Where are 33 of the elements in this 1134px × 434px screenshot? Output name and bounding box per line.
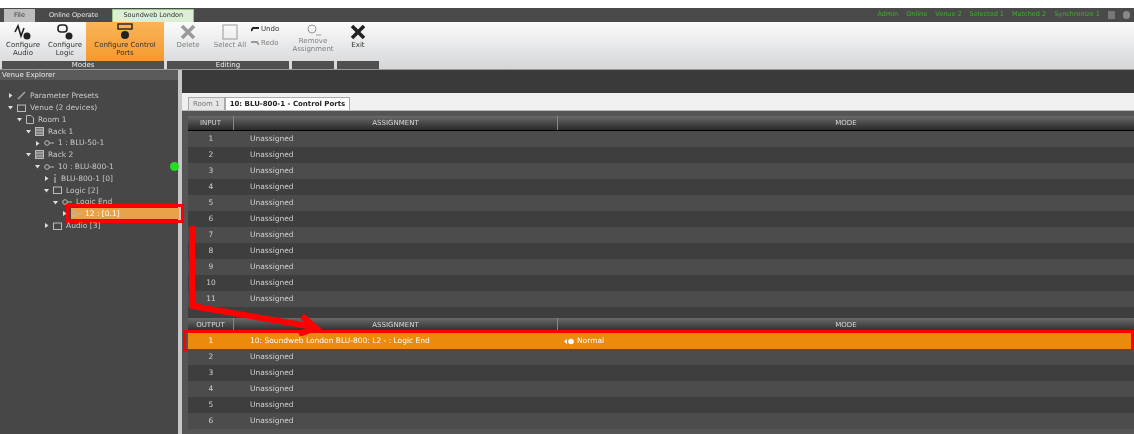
ribbon-group-bar <box>292 61 334 69</box>
redo-icon <box>251 39 259 46</box>
waveform-gear-icon <box>14 23 32 41</box>
close-icon <box>349 23 367 41</box>
collapsed-caret-icon[interactable] <box>62 211 67 217</box>
ports-gear-icon <box>116 23 134 41</box>
folder-icon <box>53 221 62 230</box>
expanded-caret-icon[interactable] <box>26 152 31 158</box>
speaker-icon[interactable] <box>564 337 574 345</box>
expanded-caret-icon[interactable] <box>35 164 40 170</box>
expanded-caret-icon[interactable] <box>53 199 58 205</box>
info-icon <box>53 173 57 183</box>
rack-icon <box>35 150 44 160</box>
expanded-caret-icon[interactable] <box>44 187 49 193</box>
device-icon <box>44 140 54 147</box>
folder-icon <box>53 186 62 195</box>
device-icon <box>62 199 72 206</box>
collapsed-caret-icon[interactable] <box>8 93 13 99</box>
expanded-caret-icon[interactable] <box>17 117 22 122</box>
folder-icon <box>17 103 26 112</box>
collapsed-caret-icon[interactable] <box>35 140 40 146</box>
logic-gear-icon <box>56 23 74 41</box>
device-icon <box>44 163 54 170</box>
rack-icon <box>35 126 44 136</box>
device-icon <box>71 210 81 217</box>
expanded-caret-icon[interactable] <box>8 105 13 111</box>
page-icon <box>26 115 34 124</box>
undo-icon <box>251 26 259 33</box>
expanded-caret-icon[interactable] <box>26 128 31 134</box>
collapsed-caret-icon[interactable] <box>44 223 49 229</box>
collapsed-caret-icon[interactable] <box>44 175 49 181</box>
ribbon-group-bar <box>337 61 379 69</box>
pencil-icon <box>17 91 26 101</box>
